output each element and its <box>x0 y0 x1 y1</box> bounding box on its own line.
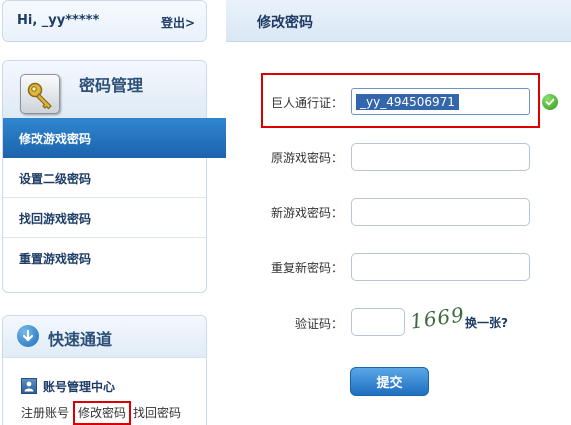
confirm-password-label: 重复新密码： <box>270 261 343 275</box>
sidebar-item-change-game-password[interactable]: 修改游戏密码 <box>3 118 227 158</box>
captcha-input[interactable] <box>351 308 405 336</box>
recover-password-link[interactable]: 找回密码 <box>133 404 181 421</box>
sidebar-item-label: 修改游戏密码 <box>19 132 92 146</box>
new-password-input[interactable] <box>351 198 530 226</box>
account-center-title: 账号管理中心 <box>43 380 116 394</box>
old-password-input[interactable] <box>351 143 530 171</box>
passport-value: _yy_494506971 <box>356 94 459 110</box>
confirm-password-input[interactable] <box>351 253 530 281</box>
captcha-label: 验证码： <box>294 317 343 331</box>
passport-label: 巨人通行证： <box>270 96 343 110</box>
down-arrow-icon <box>17 325 39 347</box>
quick-access-header: 快速通道 <box>3 316 206 358</box>
sidebar-item-label: 设置二级密码 <box>19 172 92 186</box>
key-icon <box>20 74 60 114</box>
old-password-label: 原游戏密码： <box>270 151 343 165</box>
new-password-label: 新游戏密码： <box>270 206 343 220</box>
quick-access-title: 快速通道 <box>48 330 113 349</box>
submit-button[interactable]: 提交 <box>350 367 429 396</box>
page-title: 修改密码 <box>257 15 313 31</box>
password-management-header: 密码管理 <box>3 61 206 119</box>
account-icon <box>21 378 37 394</box>
user-info-box: Hi, _yy***** 登出> <box>2 0 207 42</box>
logout-link[interactable]: 登出> <box>161 14 195 31</box>
passport-input[interactable]: _yy_494506971 <box>351 88 530 115</box>
sidebar-item-reset-game-password[interactable]: 重置游戏密码 <box>3 238 206 278</box>
register-account-link[interactable]: 注册账号 <box>21 404 69 421</box>
sidebar-item-label: 找回游戏密码 <box>19 212 92 226</box>
change-password-link[interactable]: 修改密码 <box>73 401 132 425</box>
captcha-refresh-link[interactable]: 换一张? <box>465 314 508 331</box>
sidebar-item-recover-game-password[interactable]: 找回游戏密码 <box>3 198 206 238</box>
check-icon <box>542 94 558 110</box>
sidebar-item-set-secondary-password[interactable]: 设置二级密码 <box>3 158 206 198</box>
password-management-title: 密码管理 <box>79 76 144 95</box>
sidebar-item-label: 重置游戏密码 <box>19 252 92 266</box>
quick-access-panel: 快速通道 账号管理中心 注册账号 修改密码 找回密码 <box>2 315 207 425</box>
user-greeting: Hi, _yy***** <box>17 13 100 28</box>
